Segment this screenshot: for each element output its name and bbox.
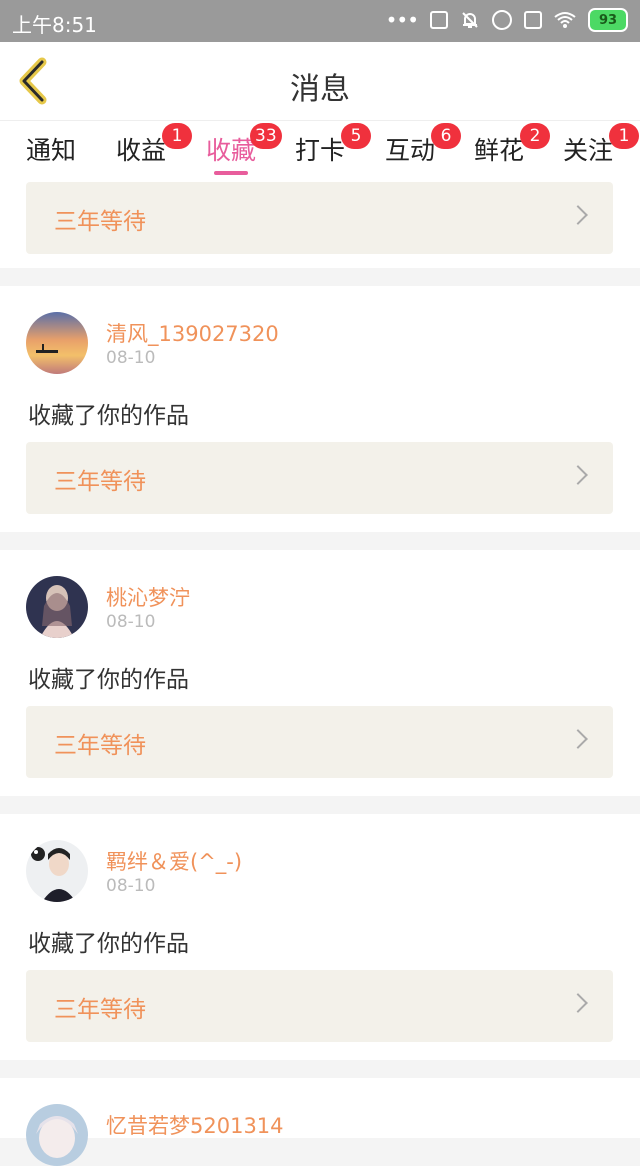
tab-label: 收藏 xyxy=(206,136,257,165)
tab-badge: 1 xyxy=(609,123,639,149)
date: 08-10 xyxy=(106,612,156,632)
alarm-icon xyxy=(492,10,512,30)
page-title: 消息 xyxy=(290,72,350,107)
tab-active-indicator xyxy=(214,171,248,175)
message-text: 收藏了你的作品 xyxy=(28,667,189,693)
list-item: 忆昔若梦5201314 xyxy=(0,1078,640,1166)
chevron-right-icon xyxy=(568,465,588,485)
tab-flowers[interactable]: 鲜花 2 xyxy=(474,123,550,167)
work-title: 三年等待 xyxy=(54,209,146,235)
copy-icon xyxy=(430,11,448,29)
username[interactable]: 清风_139027320 xyxy=(106,318,279,348)
work-title: 三年等待 xyxy=(54,997,146,1023)
username[interactable]: 忆昔若梦5201314 xyxy=(106,1110,284,1140)
more-dots-icon: ••• xyxy=(385,8,419,32)
chevron-right-icon xyxy=(568,993,588,1013)
bell-off-icon xyxy=(462,12,478,28)
tab-interaction[interactable]: 互动 6 xyxy=(385,123,461,167)
tab-label: 通知 xyxy=(26,136,77,165)
avatar[interactable] xyxy=(26,840,88,902)
avatar-image xyxy=(26,312,88,374)
message-text: 收藏了你的作品 xyxy=(28,403,189,429)
tab-bar: 通知 收益 1 收藏 33 打卡 5 互动 6 鲜花 2 关注 1 xyxy=(0,120,640,182)
date: 08-10 xyxy=(106,876,156,896)
avatar-image xyxy=(26,1104,88,1166)
avatar[interactable] xyxy=(26,312,88,374)
battery-icon: 93 xyxy=(588,8,628,32)
tab-label: 鲜花 xyxy=(474,136,525,165)
tab-label: 打卡 xyxy=(295,136,346,165)
avatar[interactable] xyxy=(26,1104,88,1166)
sim-off-icon xyxy=(524,11,542,29)
chevron-right-icon xyxy=(568,729,588,749)
tab-notice[interactable]: 通知 xyxy=(26,131,76,167)
work-title: 三年等待 xyxy=(54,733,146,759)
wifi-icon xyxy=(554,12,576,28)
tab-badge: 6 xyxy=(431,123,461,149)
status-bar: 上午8:51 ••• 93 xyxy=(0,0,640,42)
tab-badge: 33 xyxy=(250,123,282,149)
tab-favorites[interactable]: 收藏 33 xyxy=(206,123,282,167)
chevron-right-icon xyxy=(568,205,588,225)
username[interactable]: 羁绊＆爱(^_-) xyxy=(106,846,242,876)
list-item: 清风_139027320 08-10 收藏了你的作品 三年等待 xyxy=(0,286,640,532)
tab-label: 关注 xyxy=(563,136,614,165)
list-item: 三年等待 xyxy=(0,182,640,268)
tab-badge: 5 xyxy=(341,123,371,149)
work-link[interactable]: 三年等待 xyxy=(26,706,613,778)
header: 消息 xyxy=(0,42,640,120)
message-text: 收藏了你的作品 xyxy=(28,931,189,957)
tab-label: 互动 xyxy=(385,136,436,165)
work-link[interactable]: 三年等待 xyxy=(26,442,613,514)
list-item: 羁绊＆爱(^_-) 08-10 收藏了你的作品 三年等待 xyxy=(0,814,640,1060)
tab-following[interactable]: 关注 1 xyxy=(563,123,639,167)
date: 08-10 xyxy=(106,348,156,368)
avatar-image xyxy=(26,840,88,902)
list-item: 桃沁梦泞 08-10 收藏了你的作品 三年等待 xyxy=(0,550,640,796)
work-title: 三年等待 xyxy=(54,469,146,495)
tab-badge: 1 xyxy=(162,123,192,149)
work-link[interactable]: 三年等待 xyxy=(26,182,613,254)
avatar-image xyxy=(26,576,88,638)
tab-checkin[interactable]: 打卡 5 xyxy=(295,123,371,167)
status-time: 上午8:51 xyxy=(12,13,97,37)
status-icons: ••• 93 xyxy=(386,8,628,32)
tab-earnings[interactable]: 收益 1 xyxy=(116,123,192,167)
username[interactable]: 桃沁梦泞 xyxy=(106,582,190,612)
tab-badge: 2 xyxy=(520,123,550,149)
tab-label: 收益 xyxy=(116,136,167,165)
work-link[interactable]: 三年等待 xyxy=(26,970,613,1042)
avatar[interactable] xyxy=(26,576,88,638)
